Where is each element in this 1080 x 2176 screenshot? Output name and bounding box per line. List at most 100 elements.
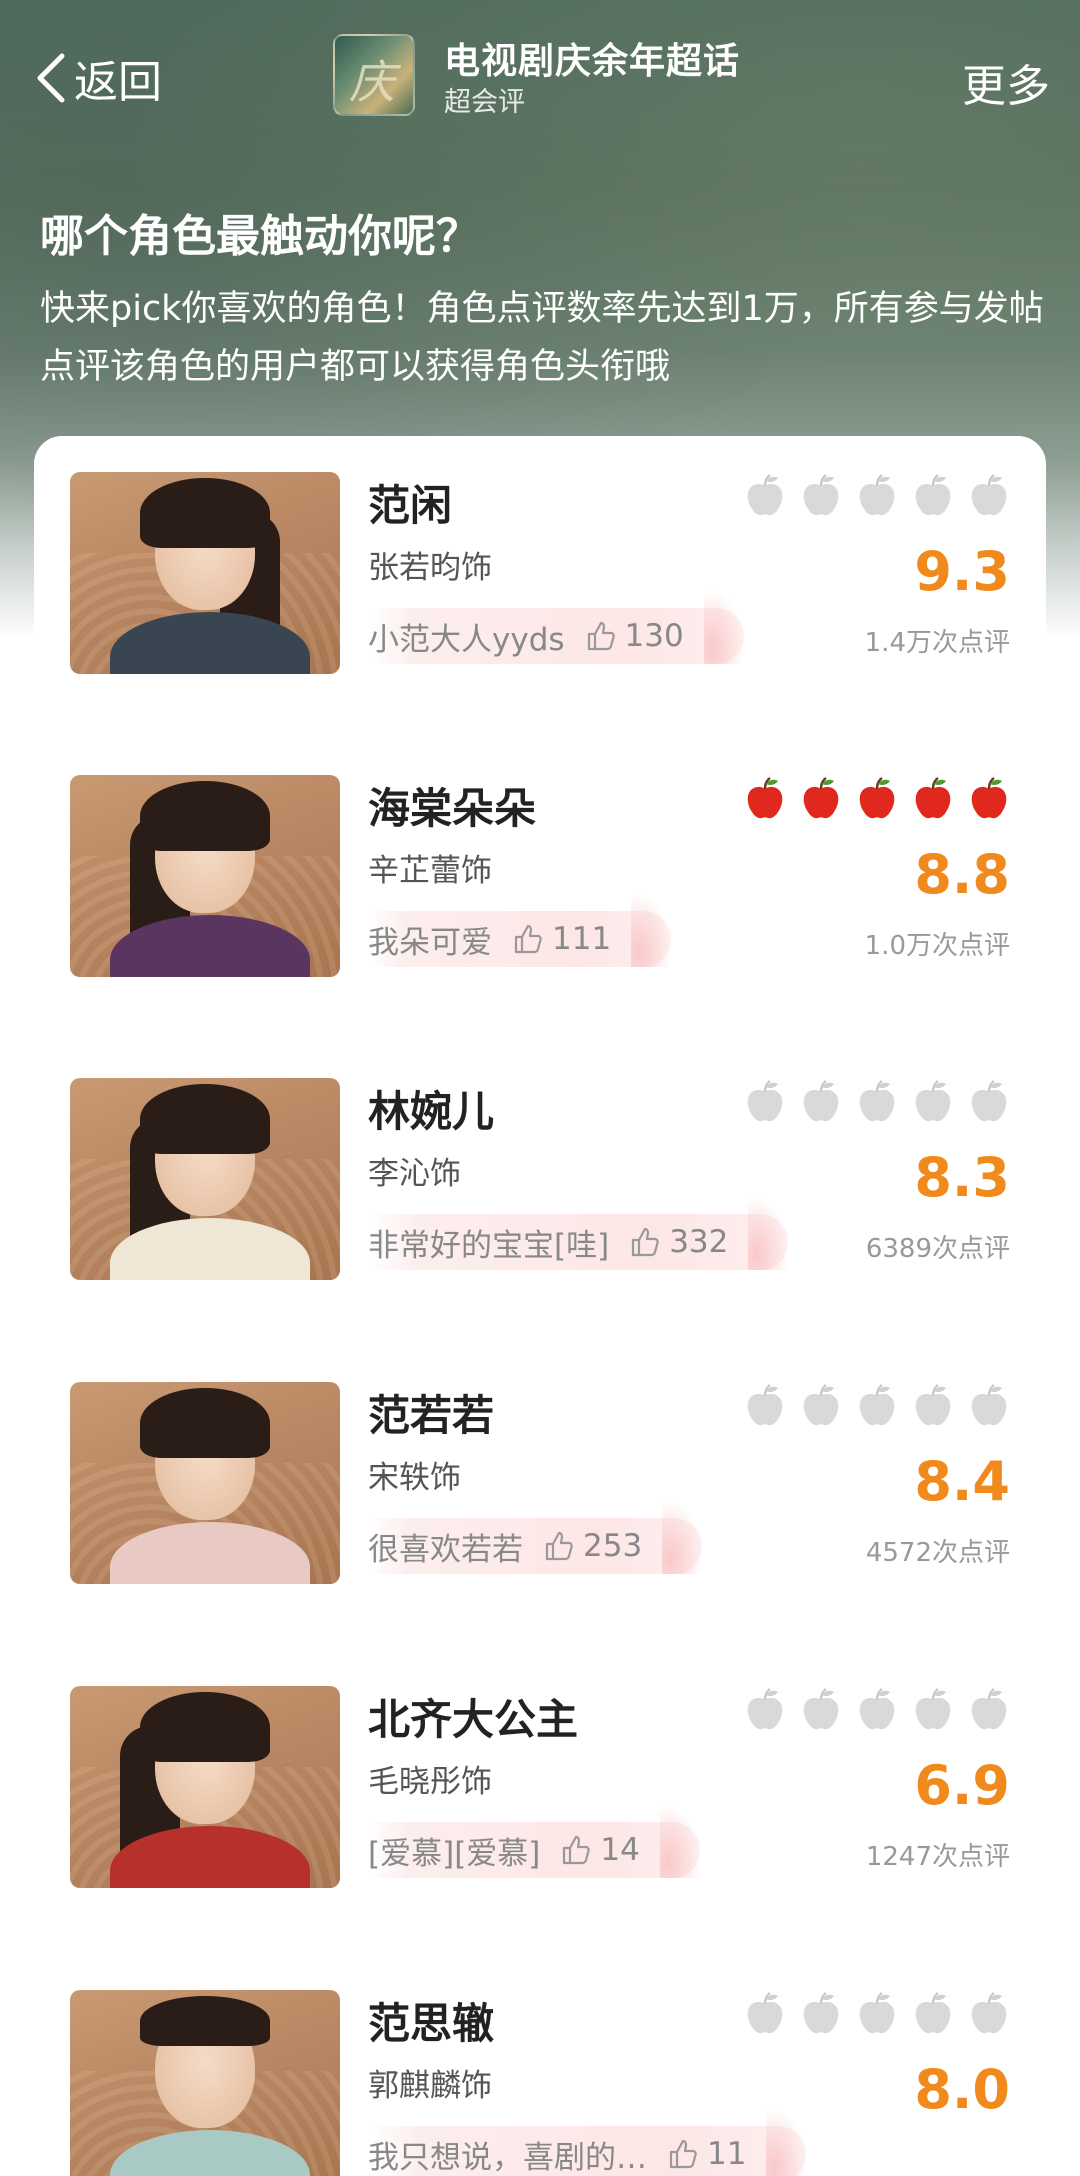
apple-icon[interactable] — [744, 1382, 786, 1428]
character-portrait[interactable] — [70, 472, 340, 674]
character-name: 范闲 — [368, 481, 453, 530]
apple-icon[interactable] — [968, 1686, 1010, 1732]
actor-name: 毛晓彤饰 — [368, 1764, 492, 1800]
character-name: 林婉儿 — [368, 1087, 495, 1136]
top-comment[interactable]: 非常好的宝宝[哇] 332 — [368, 1196, 789, 1270]
apple-icon[interactable] — [968, 472, 1010, 518]
comment-text: 我朵可爱 — [368, 924, 492, 961]
character-list: 范闲 张若昀饰 小范大人yyds 130 9.3 1.4万次点评 海棠朵朵 辛芷… — [34, 436, 1046, 2176]
apple-icon[interactable] — [912, 1382, 954, 1428]
apple-icon[interactable] — [856, 1686, 898, 1732]
review-count: 4572次点评 — [865, 1538, 1010, 1568]
actor-name: 李沁饰 — [368, 1156, 461, 1192]
apple-icon[interactable] — [968, 1382, 1010, 1428]
apple-icon[interactable] — [800, 1382, 842, 1428]
thumbs-up-icon — [545, 1531, 573, 1561]
flame-decoration — [703, 590, 744, 664]
apple-icon[interactable] — [856, 1382, 898, 1428]
comment-text: [爱慕][爱慕] — [368, 1835, 541, 1872]
top-comment[interactable]: 很喜欢若若 253 — [368, 1500, 703, 1574]
character-score: 6.9 — [914, 1754, 1010, 1817]
character-row[interactable]: 范思辙 郭麒麟饰 我只想说，喜剧的… 11 8.0 — [70, 1990, 1010, 2176]
apple-icon[interactable] — [800, 1990, 842, 2036]
apple-icon[interactable] — [744, 472, 786, 518]
character-score: 8.0 — [914, 2058, 1010, 2121]
character-name: 范思辙 — [368, 1999, 495, 2048]
comment-text: 很喜欢若若 — [368, 1531, 523, 1568]
character-score: 8.8 — [914, 843, 1010, 906]
thumbs-up-icon — [587, 621, 615, 651]
character-row[interactable]: 林婉儿 李沁饰 非常好的宝宝[哇] 332 8.3 6389次点评 — [70, 1078, 1010, 1280]
apple-icon[interactable] — [856, 1078, 898, 1124]
character-portrait[interactable] — [70, 775, 340, 977]
apple-rating[interactable] — [744, 1990, 1010, 2036]
character-portrait[interactable] — [70, 1686, 340, 1888]
apple-rating[interactable] — [744, 472, 1010, 518]
apple-icon[interactable] — [744, 1078, 786, 1124]
apple-icon[interactable] — [856, 775, 898, 821]
apple-icon[interactable] — [744, 1686, 786, 1732]
apple-icon[interactable] — [800, 775, 842, 821]
apple-icon[interactable] — [912, 1078, 954, 1124]
comment-text: 非常好的宝宝[哇] — [368, 1227, 610, 1264]
apple-rating[interactable] — [744, 1686, 1010, 1732]
group-logo[interactable]: 庆 — [333, 34, 415, 116]
apple-icon[interactable] — [968, 775, 1010, 821]
top-comment[interactable]: 我只想说，喜剧的… 11 — [368, 2108, 807, 2176]
apple-icon[interactable] — [912, 1686, 954, 1732]
apple-icon[interactable] — [968, 1990, 1010, 2036]
apple-icon[interactable] — [800, 472, 842, 518]
apple-icon[interactable] — [744, 1990, 786, 2036]
character-name: 海棠朵朵 — [368, 784, 537, 833]
thumbs-up-icon — [514, 924, 542, 954]
character-portrait[interactable] — [70, 1078, 340, 1280]
page-description: 快来pick你喜欢的角色！角色点评数率先达到1万，所有参与发帖点评该角色的用户都… — [40, 289, 1044, 387]
apple-icon[interactable] — [912, 775, 954, 821]
top-comment[interactable]: 小范大人yyds 130 — [368, 590, 744, 664]
apple-rating[interactable] — [744, 1382, 1010, 1428]
flame-decoration — [766, 2108, 807, 2176]
top-comment[interactable]: 我朵可爱 111 — [368, 893, 672, 967]
apple-icon[interactable] — [800, 1686, 842, 1732]
apple-icon[interactable] — [968, 1078, 1010, 1124]
like-count: 253 — [583, 1528, 643, 1564]
character-score: 8.4 — [914, 1450, 1010, 1513]
thumbs-up-icon — [563, 1835, 591, 1865]
group-title[interactable]: 电视剧庆余年超话 — [444, 32, 740, 84]
flame-decoration — [631, 893, 672, 967]
apple-icon[interactable] — [856, 1990, 898, 2036]
flame-decoration — [662, 1500, 703, 1574]
character-portrait[interactable] — [70, 1990, 340, 2176]
apple-rating[interactable] — [744, 1078, 1010, 1124]
like-count: 332 — [669, 1224, 729, 1260]
character-portrait[interactable] — [70, 1382, 340, 1584]
like-count: 11 — [707, 2136, 747, 2172]
character-score: 8.3 — [914, 1146, 1010, 1209]
more-button[interactable]: 更多 — [962, 50, 1050, 114]
back-button[interactable]: 返回 — [34, 48, 162, 108]
character-row[interactable]: 范闲 张若昀饰 小范大人yyds 130 9.3 1.4万次点评 — [70, 472, 1010, 674]
character-name: 北齐大公主 — [368, 1695, 579, 1744]
actor-name: 郭麒麟饰 — [368, 2068, 492, 2104]
chevron-left-icon — [37, 53, 65, 103]
comment-text: 我只想说，喜剧的… — [368, 2139, 647, 2176]
like-count: 130 — [624, 618, 684, 654]
comment-text: 小范大人yyds — [368, 621, 565, 658]
like-count: 14 — [600, 1832, 640, 1868]
review-count: 1.0万次点评 — [864, 931, 1010, 961]
character-row[interactable]: 北齐大公主 毛晓彤饰 [爱慕][爱慕] 14 6.9 1247次点评 — [70, 1686, 1010, 1888]
top-comment[interactable]: [爱慕][爱慕] 14 — [368, 1804, 700, 1878]
actor-name: 辛芷蕾饰 — [368, 853, 492, 889]
actor-name: 宋轶饰 — [368, 1460, 461, 1496]
back-label: 返回 — [74, 57, 162, 108]
apple-rating[interactable] — [744, 775, 1010, 821]
apple-icon[interactable] — [856, 472, 898, 518]
apple-icon[interactable] — [912, 472, 954, 518]
apple-icon[interactable] — [744, 775, 786, 821]
character-row[interactable]: 范若若 宋轶饰 很喜欢若若 253 8.4 4572次点评 — [70, 1382, 1010, 1584]
review-count: 1247次点评 — [865, 1842, 1010, 1872]
apple-icon[interactable] — [800, 1078, 842, 1124]
apple-icon[interactable] — [912, 1990, 954, 2036]
character-row[interactable]: 海棠朵朵 辛芷蕾饰 我朵可爱 111 8.8 1.0万次点评 — [70, 775, 1010, 977]
character-score: 9.3 — [914, 540, 1010, 603]
